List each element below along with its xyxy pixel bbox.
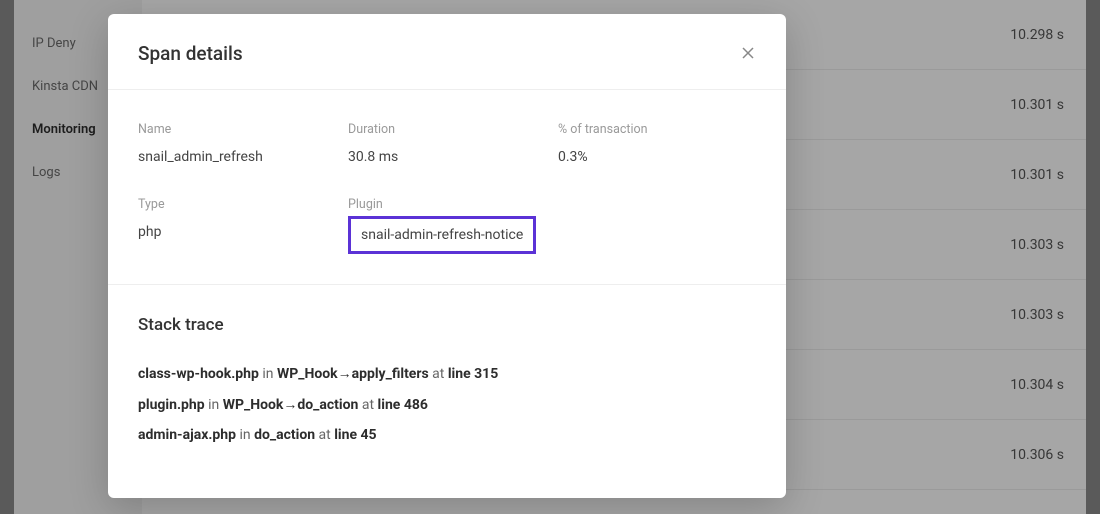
stack-func: WP_Hook→do_action bbox=[223, 397, 359, 413]
stack-func: WP_Hook→apply_filters bbox=[277, 366, 429, 382]
field-value: 30.8 ms bbox=[348, 149, 558, 165]
field-name: Name snail_admin_refresh bbox=[138, 122, 348, 165]
field-value: snail_admin_refresh bbox=[138, 149, 348, 165]
modal-title: Span details bbox=[138, 42, 243, 65]
field-value-highlighted: snail-admin-refresh-notice bbox=[348, 216, 536, 254]
field-value: php bbox=[138, 224, 348, 240]
stack-trace-line: class-wp-hook.php in WP_Hook→apply_filte… bbox=[138, 365, 756, 382]
stack-file: class-wp-hook.php bbox=[138, 366, 259, 382]
field-type: Type php bbox=[138, 197, 348, 254]
stack-trace-section: Stack trace class-wp-hook.php in WP_Hook… bbox=[108, 285, 786, 477]
field-value: 0.3% bbox=[558, 149, 756, 165]
field-label: Plugin bbox=[348, 197, 558, 212]
field-label: Name bbox=[138, 122, 348, 137]
stack-linenum: line 45 bbox=[334, 427, 376, 443]
field-label: Duration bbox=[348, 122, 558, 137]
close-icon bbox=[742, 47, 754, 59]
stack-linenum: line 486 bbox=[378, 397, 428, 413]
stack-linenum: line 315 bbox=[448, 366, 498, 382]
field-label: Type bbox=[138, 197, 348, 212]
modal-body: Name snail_admin_refresh Duration 30.8 m… bbox=[108, 90, 786, 285]
field-plugin: Plugin snail-admin-refresh-notice bbox=[348, 197, 558, 254]
stack-trace-line: admin-ajax.php in do_action at line 45 bbox=[138, 427, 756, 443]
field-percent: % of transaction 0.3% bbox=[558, 122, 756, 165]
field-label: % of transaction bbox=[558, 122, 756, 137]
field-duration: Duration 30.8 ms bbox=[348, 122, 558, 165]
stack-trace-title: Stack trace bbox=[138, 315, 756, 335]
stack-trace-line: plugin.php in WP_Hook→do_action at line … bbox=[138, 396, 756, 413]
stack-file: plugin.php bbox=[138, 397, 205, 413]
span-details-modal: Span details Name snail_admin_refresh Du… bbox=[108, 14, 786, 498]
stack-file: admin-ajax.php bbox=[138, 427, 236, 443]
stack-func: do_action bbox=[254, 427, 315, 443]
close-button[interactable] bbox=[738, 40, 758, 67]
modal-header: Span details bbox=[108, 14, 786, 90]
